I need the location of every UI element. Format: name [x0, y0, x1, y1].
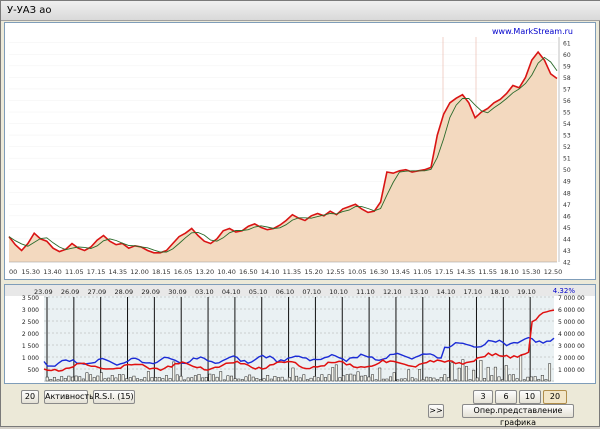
- period-button[interactable]: 20: [21, 390, 39, 404]
- price-x-tick-label: 13.40: [43, 268, 62, 276]
- volume-right-tick-label: 7 000 00: [558, 295, 585, 302]
- range-6d-button[interactable]: 6 дн.: [495, 390, 517, 413]
- price-y-tick-label: 54: [563, 121, 571, 128]
- volume-chart: 23.09 26.09 27.09 28.09 29.09 30.09 03.10 04.10…: [5, 285, 595, 382]
- price-y-tick-label: 45: [563, 225, 571, 232]
- price-y-tick-label: 57: [563, 86, 571, 93]
- price-x-tick-label: 11.35: [283, 268, 302, 276]
- price-x-tick-label: 12.55: [326, 268, 345, 276]
- volume-right-tick-label: 3 000 00: [558, 343, 585, 350]
- price-x-tick-label: 14.10: [261, 268, 280, 276]
- price-y-tick-label: 52: [563, 144, 571, 151]
- volume-date-label: 05.10: [249, 288, 268, 296]
- chart-window: У-УАЗ ао www.MarkStream.ru 61 60 59 58 57 56 5…: [0, 0, 600, 427]
- price-y-tick-label: 51: [563, 156, 571, 163]
- volume-date-label: 12.10: [383, 288, 402, 296]
- price-x-tick-label: 13.20: [196, 268, 215, 276]
- price-y-tick-label: 59: [563, 63, 571, 70]
- volume-right-tick-label: 5 000 00: [558, 319, 585, 326]
- volume-date-label: 13.10: [410, 288, 429, 296]
- volume-left-tick-label: 3 500: [22, 295, 39, 302]
- price-x-tick-label: 13.45: [391, 268, 410, 276]
- volume-right-tick-label: 1 000 00: [558, 367, 585, 374]
- price-x-tick-label: 17.15: [435, 268, 454, 276]
- price-y-tick-label: 61: [563, 40, 571, 47]
- volume-date-label: 18.10: [490, 288, 509, 296]
- price-y-tick-label: 42: [563, 260, 571, 267]
- range-10d-button[interactable]: 10 дн.: [519, 390, 541, 413]
- volume-date-label: 29.09: [141, 288, 160, 296]
- volume-left-tick-label: 1 500: [22, 343, 39, 350]
- volume-right-tick-label: 2 000 00: [558, 355, 585, 362]
- volume-date-label: 28.09: [115, 288, 134, 296]
- price-x-tick-label: 12.00: [130, 268, 149, 276]
- range-20d-button[interactable]: 20 дн.: [543, 390, 567, 413]
- price-x-tick-label: 16.05: [174, 268, 193, 276]
- price-x-tick-label: 11.05: [413, 268, 432, 276]
- price-x-tick-label: 12.50: [544, 268, 563, 276]
- price-x-tick-label: 10.05: [348, 268, 367, 276]
- title-bar: У-УАЗ ао: [1, 1, 600, 21]
- price-x-tick-label: 00: [9, 268, 17, 276]
- volume-date-label: 10.10: [329, 288, 348, 296]
- operational-view-button[interactable]: Опер.представление графика: [462, 404, 574, 427]
- price-y-tick-label: 53: [563, 133, 571, 140]
- volume-date-label: 14.10: [437, 288, 456, 296]
- volume-date-label: 03.10: [195, 288, 214, 296]
- range-3d-button[interactable]: 3 дн.: [473, 390, 493, 413]
- volume-date-label: 27.09: [88, 288, 107, 296]
- brand-link[interactable]: www.MarkStream.ru: [492, 27, 573, 36]
- price-area: [9, 52, 557, 262]
- price-x-tick-label: 15.30: [21, 268, 40, 276]
- price-y-tick-label: 49: [563, 179, 571, 186]
- scroll-right-button[interactable]: >>: [428, 404, 444, 418]
- price-x-tick-label: 16.30: [370, 268, 389, 276]
- price-x-tick-label: 15.20: [304, 268, 323, 276]
- activity-button[interactable]: Активность: [44, 390, 94, 404]
- price-y-tick-label: 56: [563, 98, 571, 105]
- price-chart: 61 60 59 58 57 56 55 54 53 52 51 50 49 48 47 46 45 44 43 42…: [8, 37, 571, 276]
- volume-right-tick-label: 4 000 00: [558, 331, 585, 338]
- volume-left-tick-label: 500: [28, 367, 40, 374]
- price-y-tick-label: 60: [563, 52, 571, 59]
- price-y-tick-label: 55: [563, 110, 571, 117]
- price-x-tick-label: 11.55: [478, 268, 497, 276]
- price-y-tick-label: 47: [563, 202, 571, 209]
- volume-left-tick-label: 3 000: [22, 307, 39, 314]
- volume-left-tick-label: 2 500: [22, 319, 39, 326]
- price-y-tick-label: 58: [563, 75, 571, 82]
- volume-date-label: 07.10: [302, 288, 321, 296]
- price-x-tick-label: 17.15: [87, 268, 106, 276]
- volume-left-tick-label: 2 000: [22, 331, 39, 338]
- price-x-tick-label: 14.35: [457, 268, 476, 276]
- price-y-tick-label: 48: [563, 190, 571, 197]
- volume-date-label: 06.10: [276, 288, 295, 296]
- price-chart-panel[interactable]: www.MarkStream.ru 61 60 59 58 57 56 55 54 53 52 51…: [4, 22, 596, 280]
- volume-date-label: 17.10: [463, 288, 482, 296]
- volume-date-label: 26.09: [61, 288, 80, 296]
- volume-left-tick-label: 1 000: [22, 355, 39, 362]
- volume-date-label: 19.10: [517, 288, 536, 296]
- rsi-button[interactable]: R.S.I. (15): [93, 390, 135, 404]
- window-title: У-УАЗ ао: [7, 5, 52, 16]
- volume-date-label: 04.10: [222, 288, 241, 296]
- price-y-tick-label: 43: [563, 248, 571, 255]
- volume-date-label: 30.09: [168, 288, 187, 296]
- price-y-tick-label: 46: [563, 213, 571, 220]
- volume-date-label: 11.10: [356, 288, 375, 296]
- price-x-tick-label: 18.15: [152, 268, 171, 276]
- price-x-tick-label: 18.10: [500, 268, 519, 276]
- price-x-tick-label: 15.30: [522, 268, 541, 276]
- price-x-tick-label: 11.05: [65, 268, 84, 276]
- price-x-tick-label: 14.35: [108, 268, 127, 276]
- price-x-tick-label: 10.40: [217, 268, 236, 276]
- percent-label: 4.32%: [552, 287, 575, 295]
- volume-right-tick-label: 6 000 00: [558, 307, 585, 314]
- price-y-tick-label: 44: [563, 236, 571, 243]
- price-y-tick-label: 50: [563, 167, 571, 174]
- price-x-tick-label: 16.50: [239, 268, 258, 276]
- volume-chart-panel[interactable]: 4.32% 23.09 26.09 27.09 28.09 29.09 30.09 03.1…: [4, 284, 596, 384]
